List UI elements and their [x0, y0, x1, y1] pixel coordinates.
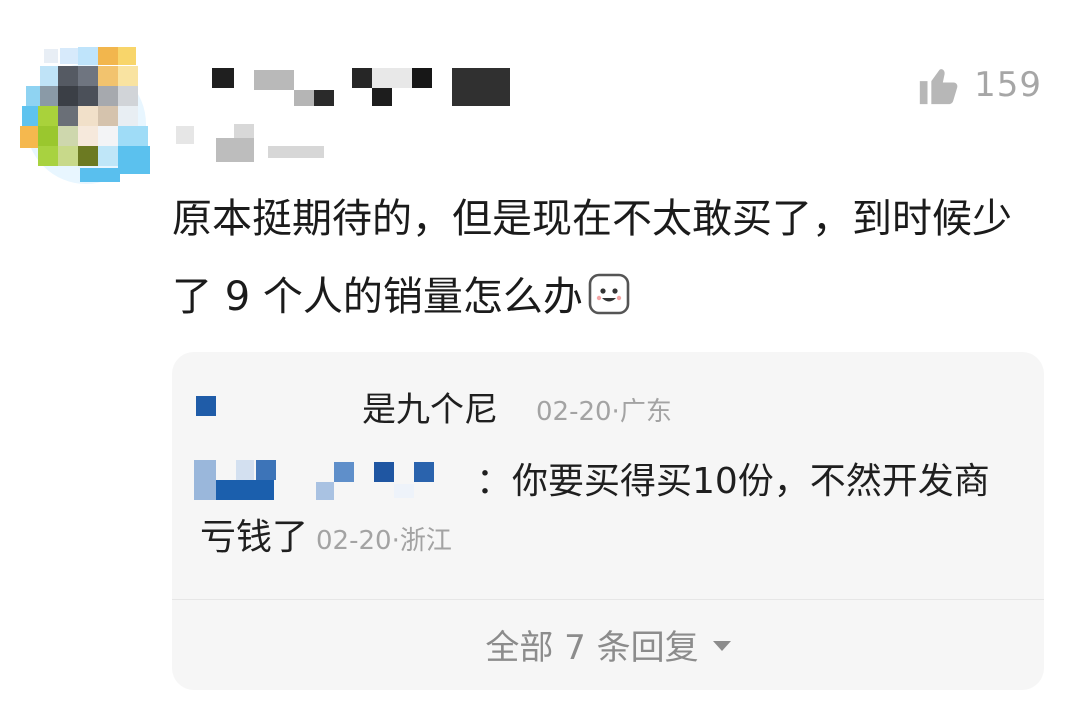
reply-item[interactable]: 是九个尼 02-20·广东 [172, 382, 1044, 442]
like-button[interactable]: 159 [916, 62, 1042, 108]
reply-meta: 02-20·广东 [536, 397, 672, 427]
smiling-face-emoji-icon [587, 264, 631, 342]
avatar[interactable] [18, 44, 158, 184]
user-meta-mosaic [176, 124, 336, 164]
reply-username-spacer [200, 463, 476, 493]
reply-item[interactable]: ：你要买得买10份，不然开发商亏钱了 02-20·浙江 [200, 454, 1020, 569]
view-all-replies-button[interactable]: 全部 7 条回复 [172, 614, 1044, 674]
like-count: 159 [974, 65, 1042, 105]
reply-text: 是九个尼 [362, 390, 498, 430]
replies-panel: 是九个尼 02-20·广东 ：你要买得买10份，不然开发商亏钱了 02-20·浙江… [172, 352, 1044, 690]
divider [172, 599, 1044, 600]
view-all-replies-label: 全部 7 条回复 [485, 627, 699, 668]
reply-meta: 02-20·浙江 [316, 526, 452, 556]
chevron-down-icon [712, 641, 731, 651]
username-mosaic[interactable] [212, 64, 512, 108]
reply-username-mosaic[interactable] [196, 396, 220, 420]
thumbs-up-icon [919, 69, 958, 105]
comment-text-block: 原本挺期待的，但是现在不太敢买了，到时候少了 9 个人的销量怎么办 [172, 180, 1032, 342]
